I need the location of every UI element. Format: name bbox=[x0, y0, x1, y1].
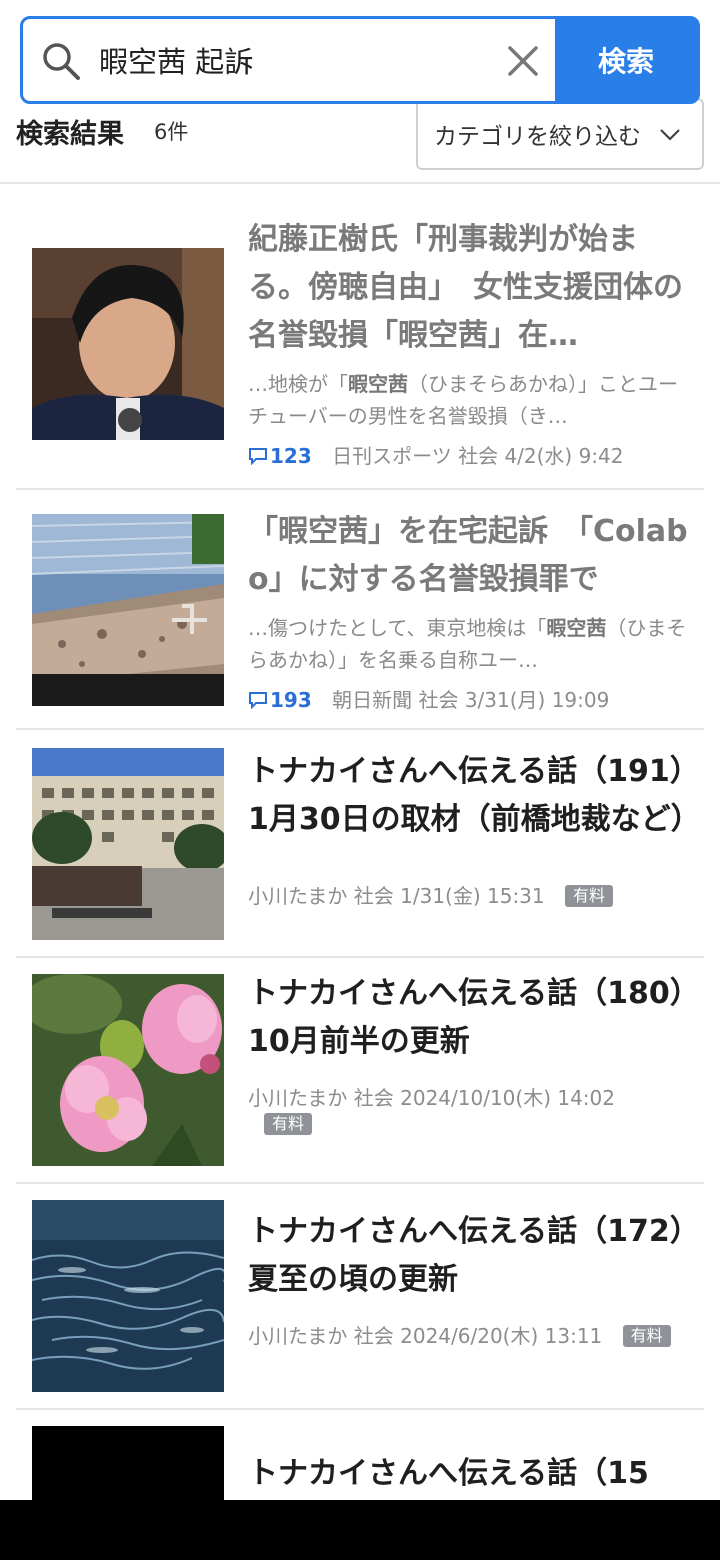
article-title[interactable]: トナカイさんへ伝える話（15 bbox=[248, 1450, 688, 1498]
article-meta: 123 日刊スポーツ 社会 4/2(水) 9:42 bbox=[248, 440, 688, 469]
article-meta: 小川たまか 社会 1/31(金) 15:31 有料 bbox=[248, 880, 688, 909]
list-item[interactable]: トナカイさんへ伝える話（180）10月前半の更新 小川たまか 社会 2024/1… bbox=[16, 958, 704, 1184]
results-count: 6件 bbox=[154, 120, 189, 144]
search-button[interactable]: 検索 bbox=[555, 19, 697, 101]
article-snippet: …傷つけたとして、東京地検は「暇空茜（ひまそらあかね）」を名乗る自称ユー… bbox=[248, 616, 687, 672]
article-thumbnail bbox=[32, 514, 224, 706]
results-title: 検索結果 bbox=[16, 119, 124, 150]
list-item[interactable]: 「暇空茜」を在宅起訴 「Colabo」に対する名誉毀損罪で …傷つけたとして、東… bbox=[16, 490, 704, 730]
article-source: 日刊スポーツ bbox=[332, 444, 452, 468]
article-meta: 193 朝日新聞 社会 3/31(月) 19:09 bbox=[248, 684, 688, 713]
article-title[interactable]: トナカイさんへ伝える話（172）夏至の頃の更新 bbox=[248, 1208, 688, 1304]
article-date: 4/2(水) 9:42 bbox=[504, 444, 624, 468]
category-filter-label: カテゴリを絞り込む bbox=[434, 124, 641, 150]
category-filter-select[interactable]: カテゴリを絞り込む bbox=[416, 98, 704, 170]
article-date: 3/31(月) 19:09 bbox=[464, 688, 610, 712]
search-input[interactable]: 暇空茜 起訴 bbox=[99, 19, 489, 101]
article-date: 1/31(金) 15:31 bbox=[400, 884, 545, 908]
article-category: 社会 bbox=[353, 1086, 394, 1110]
search-icon bbox=[43, 43, 80, 80]
article-category: 社会 bbox=[353, 1324, 394, 1348]
comment-count[interactable]: 123 bbox=[248, 444, 312, 468]
chevron-down-icon bbox=[660, 129, 680, 141]
list-item[interactable]: 紀藤正樹氏「刑事裁判が始まる。傍聴自由」 女性支援団体の名誉毀損「暇空茜」在… … bbox=[16, 184, 704, 490]
article-source: 小川たまか bbox=[248, 1086, 348, 1110]
paid-badge: 有料 bbox=[622, 1325, 671, 1347]
article-thumbnail bbox=[32, 974, 224, 1166]
article-source: 小川たまか bbox=[248, 1324, 348, 1348]
article-thumbnail bbox=[32, 748, 224, 940]
article-meta: 小川たまか 社会 2024/10/10(木) 14:02 bbox=[248, 1082, 688, 1111]
paid-badge: 有料 bbox=[264, 1113, 313, 1135]
comment-icon bbox=[249, 692, 267, 709]
article-source: 小川たまか bbox=[248, 884, 348, 908]
article-thumbnail bbox=[32, 248, 224, 440]
article-category: 社会 bbox=[418, 688, 459, 712]
list-item[interactable]: トナカイさんへ伝える話（191）1月30日の取材（前橋地裁など） 小川たまか 社… bbox=[16, 730, 704, 958]
article-thumbnail bbox=[32, 1200, 224, 1392]
results-header: 検索結果 6件 カテゴリを絞り込む bbox=[0, 98, 720, 184]
article-title[interactable]: 紀藤正樹氏「刑事裁判が始まる。傍聴自由」 女性支援団体の名誉毀損「暇空茜」在… bbox=[248, 216, 688, 360]
article-source: 朝日新聞 bbox=[332, 688, 413, 712]
article-date: 2024/6/20(木) 13:11 bbox=[400, 1324, 603, 1348]
result-list: 紀藤正樹氏「刑事裁判が始まる。傍聴自由」 女性支援団体の名誉毀損「暇空茜」在… … bbox=[16, 184, 704, 1560]
article-snippet: …地検が「暇空茜（ひまそらあかね）」ことユーチューバーの男性を名誉毀損（き… bbox=[248, 372, 678, 428]
system-navigation-bar bbox=[0, 1500, 720, 1560]
article-meta: 小川たまか 社会 2024/6/20(木) 13:11 有料 bbox=[248, 1320, 688, 1349]
list-item[interactable]: トナカイさんへ伝える話（15 bbox=[16, 1410, 704, 1560]
article-category: 社会 bbox=[353, 884, 394, 908]
article-meta-badge-row: 有料 bbox=[248, 1112, 688, 1136]
article-category: 社会 bbox=[458, 444, 499, 468]
paid-badge: 有料 bbox=[565, 885, 614, 907]
article-title[interactable]: トナカイさんへ伝える話（191）1月30日の取材（前橋地裁など） bbox=[248, 748, 701, 844]
article-title[interactable]: トナカイさんへ伝える話（180）10月前半の更新 bbox=[248, 970, 688, 1066]
list-item[interactable]: トナカイさんへ伝える話（172）夏至の頃の更新 小川たまか 社会 2024/6/… bbox=[16, 1184, 704, 1410]
article-title[interactable]: 「暇空茜」を在宅起訴 「Colabo」に対する名誉毀損罪で bbox=[248, 508, 688, 604]
article-date: 2024/10/10(木) 14:02 bbox=[400, 1086, 615, 1110]
comment-count[interactable]: 193 bbox=[248, 688, 312, 712]
search-field[interactable]: 暇空茜 起訴 bbox=[23, 19, 555, 101]
search-bar: 暇空茜 起訴 検索 bbox=[20, 16, 700, 104]
close-icon[interactable] bbox=[505, 43, 541, 79]
comment-icon bbox=[249, 448, 267, 465]
